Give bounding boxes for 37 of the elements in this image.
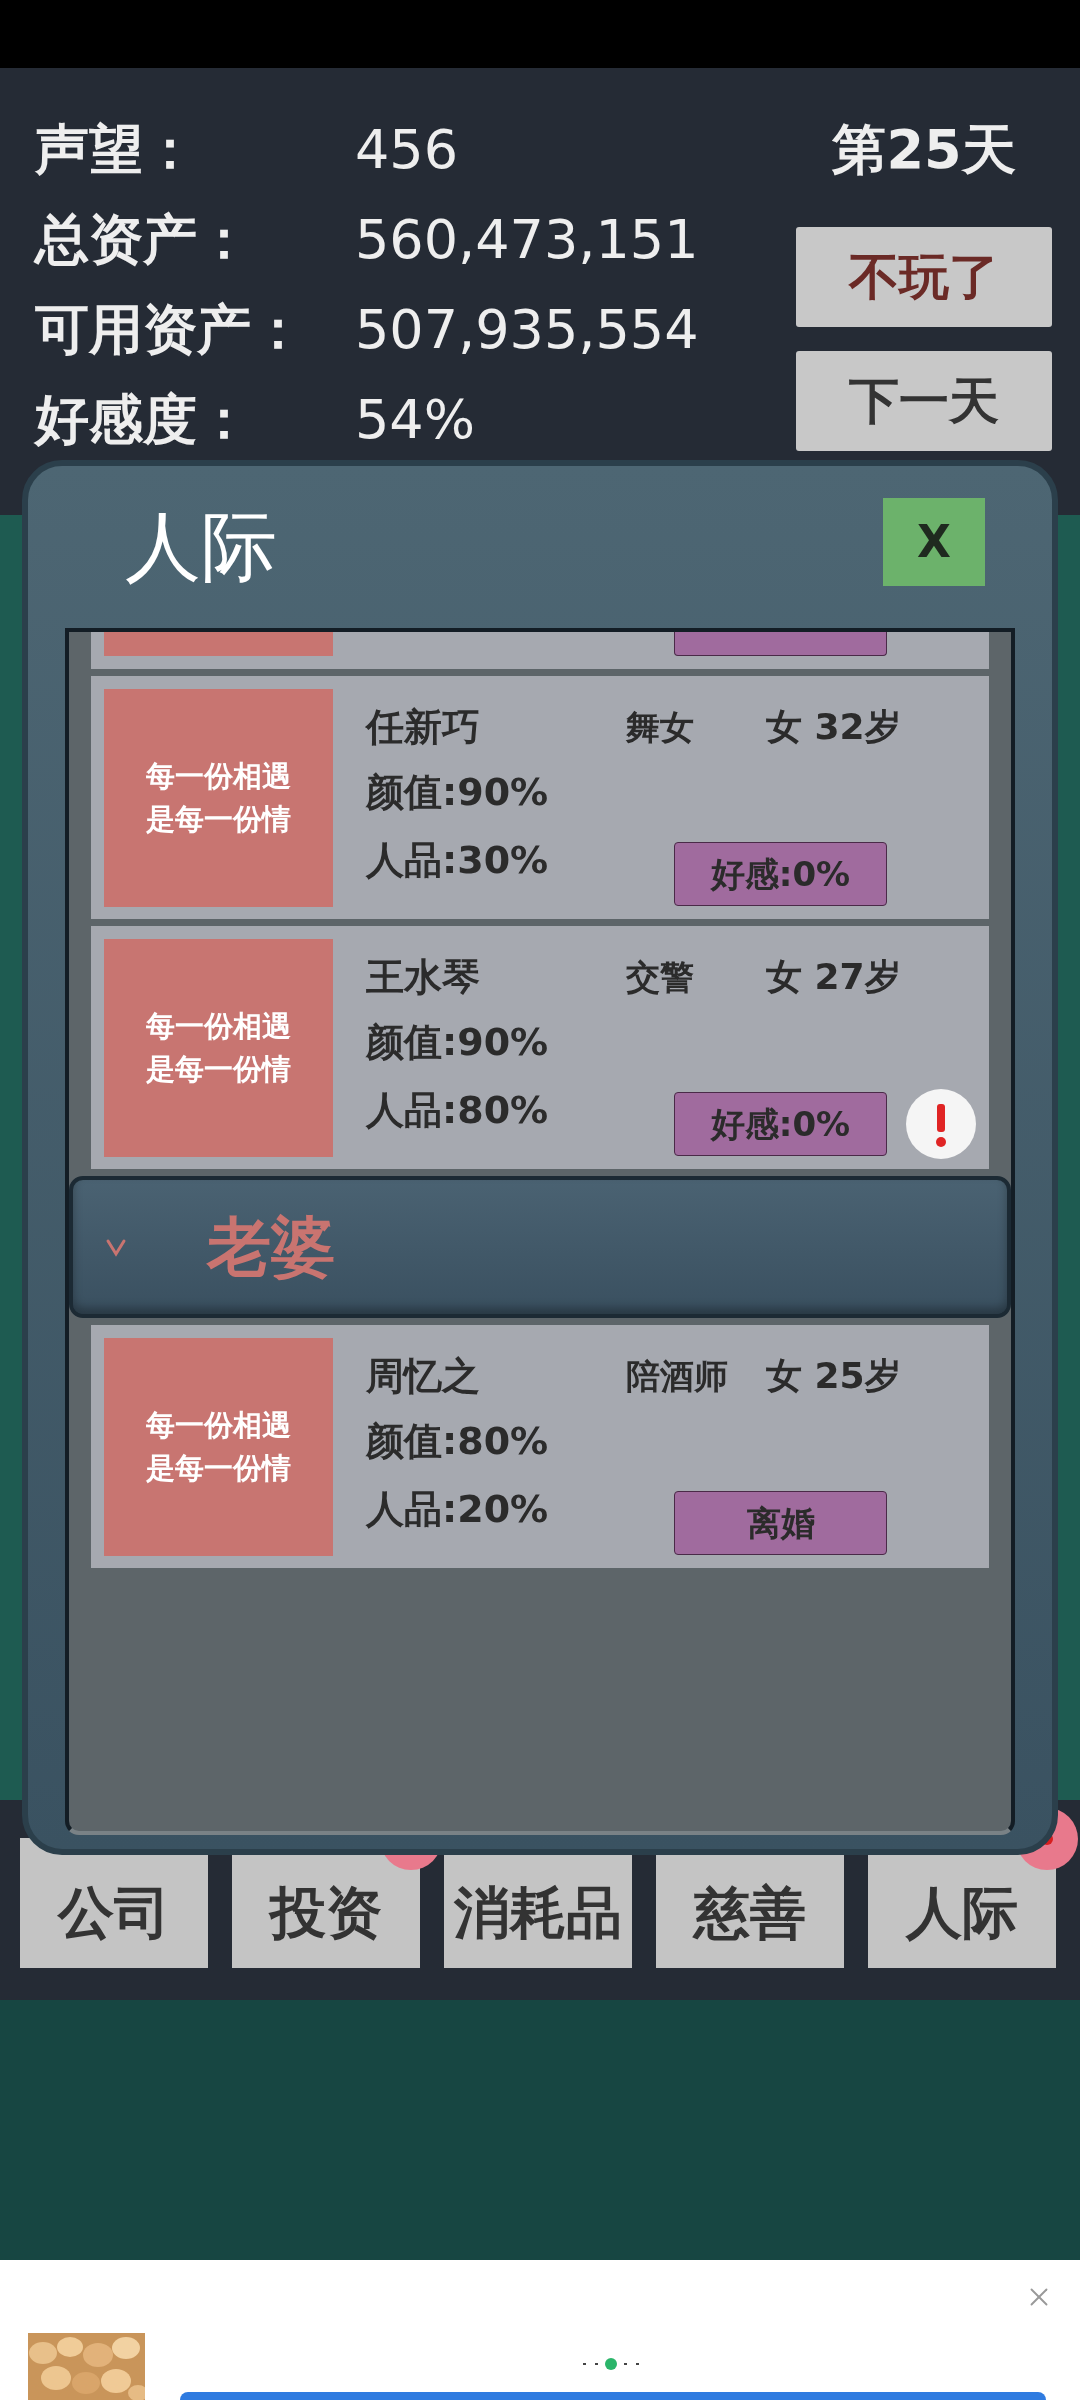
avatar-caption: 是每一份情: [146, 1055, 291, 1084]
avatar-caption: 是每一份情: [146, 805, 291, 834]
avatar-caption: 每一份相遇: [146, 1411, 291, 1440]
dialog-title: 人际: [125, 509, 277, 585]
person-gender-age: 女 27岁: [766, 959, 901, 995]
person-job: 舞女: [626, 710, 695, 744]
person-gender-age: 女 25岁: [766, 1358, 901, 1394]
person-name: 周忆之: [366, 1357, 481, 1395]
avatar-caption: 每一份相遇: [146, 762, 291, 791]
stat-value: 54%: [355, 393, 476, 447]
avatar-caption: 每一份相遇: [146, 1012, 291, 1041]
person-name: 王水琴: [366, 958, 481, 996]
stat-label: 可用资产：: [35, 303, 306, 357]
close-button[interactable]: X: [883, 498, 985, 586]
day-counter: 第25天: [832, 117, 1016, 183]
stat-label: 总资产：: [35, 213, 252, 267]
action-button[interactable]: [674, 632, 887, 656]
stat-label: 声望：: [35, 123, 198, 177]
group-title: 老婆: [207, 1215, 335, 1279]
person-stat: 人品:20%: [366, 1486, 550, 1532]
header-button[interactable]: 不玩了: [796, 227, 1052, 327]
person-stat: 颜值:90%: [366, 769, 550, 815]
stat-value: 560,473,151: [355, 213, 699, 267]
header-button[interactable]: 下一天: [796, 351, 1052, 451]
stat-label: 好感度：: [35, 393, 252, 447]
stat-value: 507,935,554: [355, 303, 699, 357]
person-name: 任新巧: [366, 708, 481, 746]
person-job: 陪酒师: [626, 1359, 729, 1393]
person-job: 交警: [626, 960, 695, 994]
person-stat: 人品:80%: [366, 1087, 550, 1133]
person-stat: 颜值:80%: [366, 1418, 550, 1464]
avatar-caption: 是每一份情: [146, 1454, 291, 1483]
dots-icon: [583, 2357, 639, 2371]
stat-value: 456: [355, 123, 459, 177]
person-gender-age: 女 32岁: [766, 709, 901, 745]
person-stat: 人品:30%: [366, 837, 550, 883]
person-stat: 颜值:90%: [366, 1019, 550, 1065]
